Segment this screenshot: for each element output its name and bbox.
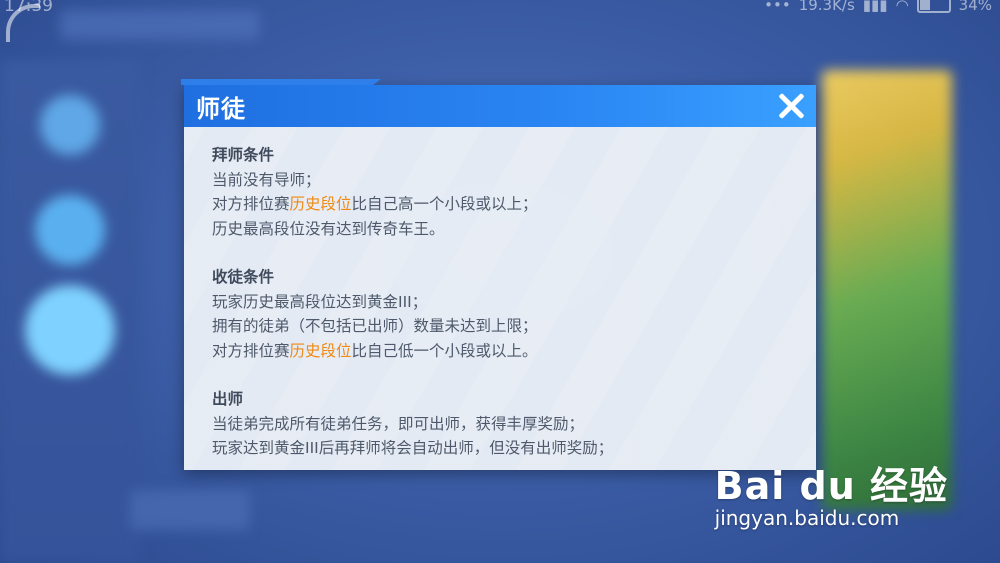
dialog-title-bar: 师徒 <box>181 79 816 127</box>
rule-text: 拥有的徒弟（不包括已出师）数量未达到上限； <box>212 317 538 335</box>
mentor-dialog: 师徒 拜师条件 当前没有导师； 对方排位赛历史段位比自己高一个小段或以上； 历史… <box>181 79 816 470</box>
rule-line: 对方排位赛历史段位比自己高一个小段或以上； <box>212 192 802 217</box>
rule-text: 当徒弟完成所有徒弟任务，即可出师，获得丰厚奖励； <box>212 414 585 433</box>
status-right-group: ••• 19.3K/s ▮▮▮ ◠ 34% <box>764 0 992 14</box>
network-speed: 19.3K/s <box>798 0 855 14</box>
dialog-content: 拜师条件 当前没有导师； 对方排位赛历史段位比自己高一个小段或以上； 历史最高段… <box>212 143 802 485</box>
dialog-title: 师徒 <box>196 95 246 123</box>
background-character-art <box>822 70 952 510</box>
background-bottom-button <box>130 490 250 530</box>
rule-text: 对方排位赛 <box>212 341 290 360</box>
rule-highlight: 历史段位 <box>289 341 352 360</box>
dots-icon: ••• <box>764 0 791 14</box>
watermark-logo: Bai du 经验 <box>714 464 948 508</box>
battery-level: 34% <box>958 0 992 14</box>
baidu-jingyan-watermark: Bai du 经验 jingyan.baidu.com <box>715 455 948 530</box>
rule-line: 当徒弟完成所有徒弟任务，即可出师，获得丰厚奖励； <box>212 412 802 437</box>
section-title: 出师 <box>212 390 244 408</box>
rule-text: 玩家历史最高段位达到黄金III； <box>212 292 428 311</box>
section-apprentice-conditions: 拜师条件 当前没有导师； 对方排位赛历史段位比自己高一个小段或以上； 历史最高段… <box>212 143 802 241</box>
signal-icon: ▮▮▮ <box>862 0 888 14</box>
rule-text: 当前没有导师； <box>212 170 321 189</box>
section-master-conditions: 收徒条件 玩家历史最高段位达到黄金III； 拥有的徒弟（不包括已出师）数量未达到… <box>212 265 802 363</box>
rule-text: 历史最高段位没有达到传奇车王。 <box>212 219 445 238</box>
rule-highlight: 历史段位 <box>289 195 352 213</box>
section-graduation: 出师 当徒弟完成所有徒弟任务，即可出师，获得丰厚奖励； 玩家达到黄金III后再拜… <box>212 387 802 461</box>
status-bar: 17:39 ••• 19.3K/s ▮▮▮ ◠ 34% <box>0 0 1000 42</box>
rule-line: 当前没有导师； <box>212 168 802 193</box>
section-title: 拜师条件 <box>212 146 275 164</box>
rule-line: 历史最高段位没有达到传奇车王。 <box>212 217 802 242</box>
section-title: 收徒条件 <box>212 268 275 286</box>
rule-text: 对方排位赛 <box>212 195 290 213</box>
wifi-icon: ◠ <box>895 0 909 14</box>
rule-line: 玩家达到黄金III后再拜师将会自动出师，但没有出师奖励； <box>212 436 802 461</box>
rule-line: 玩家历史最高段位达到黄金III； <box>212 290 802 315</box>
rule-text: 比自己低一个小段或以上。 <box>351 341 538 360</box>
background-bubble <box>35 195 105 265</box>
rule-text: 玩家达到黄金III后再拜师将会自动出师，但没有出师奖励； <box>212 439 614 457</box>
battery-icon <box>916 0 951 13</box>
rule-line: 对方排位赛历史段位比自己低一个小段或以上。 <box>212 339 802 364</box>
rule-text: 比自己高一个小段或以上； <box>351 195 538 213</box>
background-bubble <box>25 285 115 375</box>
background-bubble <box>40 95 100 155</box>
title-accent <box>181 79 381 85</box>
close-button[interactable] <box>776 91 806 121</box>
status-time: 17:39 <box>4 0 53 16</box>
rule-line: 拥有的徒弟（不包括已出师）数量未达到上限； <box>212 314 802 339</box>
